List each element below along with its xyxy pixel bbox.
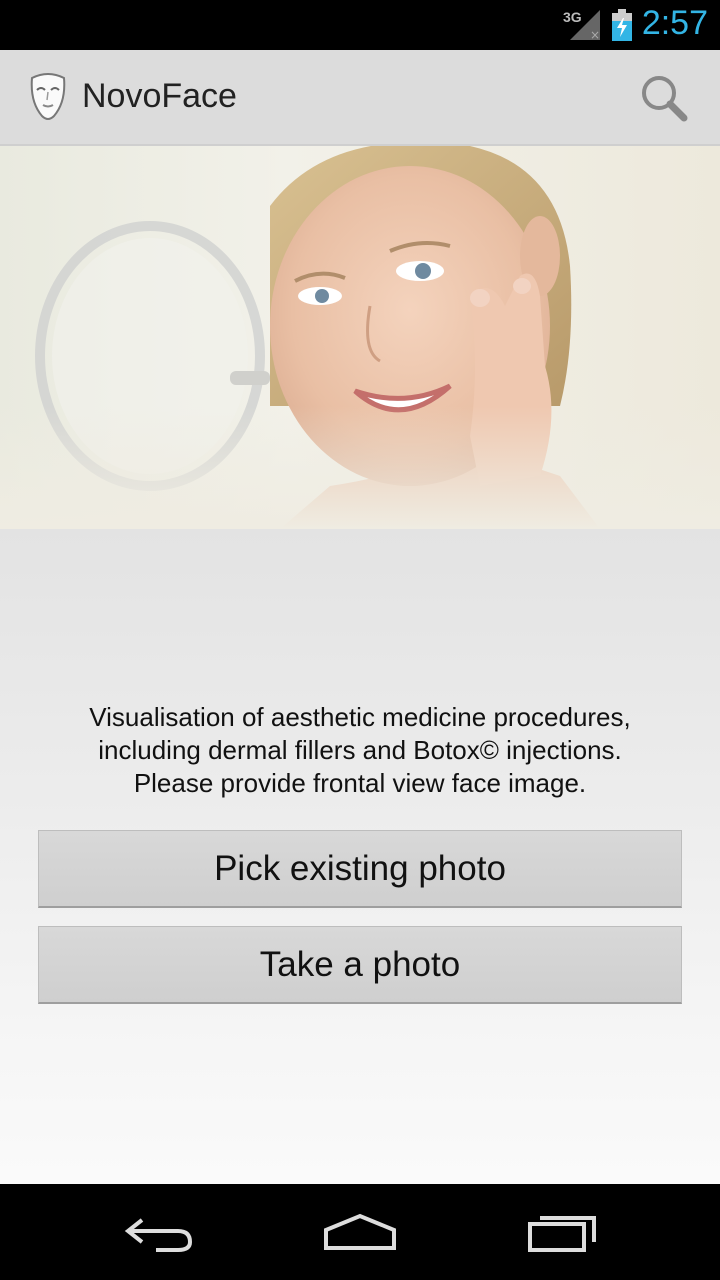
take-photo-button[interactable]: Take a photo bbox=[38, 926, 682, 1004]
home-icon[interactable] bbox=[320, 1210, 400, 1254]
signal-icon: × bbox=[570, 10, 600, 40]
description-text: Visualisation of aesthetic medicine proc… bbox=[30, 701, 690, 800]
search-icon[interactable] bbox=[638, 72, 690, 124]
status-bar: 3G × 2:57 bbox=[0, 0, 720, 50]
app-title: NovoFace bbox=[82, 77, 237, 115]
description-line: Please provide frontal view face image. bbox=[133, 768, 587, 798]
navigation-bar bbox=[0, 1184, 720, 1280]
description-line: including dermal fillers and Botox© inje… bbox=[98, 735, 622, 765]
main-content: Visualisation of aesthetic medicine proc… bbox=[0, 529, 720, 1184]
mask-icon bbox=[30, 73, 66, 120]
hero-image bbox=[0, 146, 720, 529]
svg-text:×: × bbox=[590, 28, 600, 40]
status-clock: 2:57 bbox=[641, 4, 708, 42]
action-bar: NovoFace bbox=[0, 50, 720, 146]
back-icon[interactable] bbox=[120, 1210, 200, 1254]
woman-face-illustration bbox=[0, 146, 720, 529]
pick-existing-photo-button[interactable]: Pick existing photo bbox=[38, 830, 682, 908]
recent-apps-icon[interactable] bbox=[522, 1210, 602, 1254]
battery-charging-icon bbox=[612, 9, 632, 41]
description-line: Visualisation of aesthetic medicine proc… bbox=[89, 702, 631, 732]
